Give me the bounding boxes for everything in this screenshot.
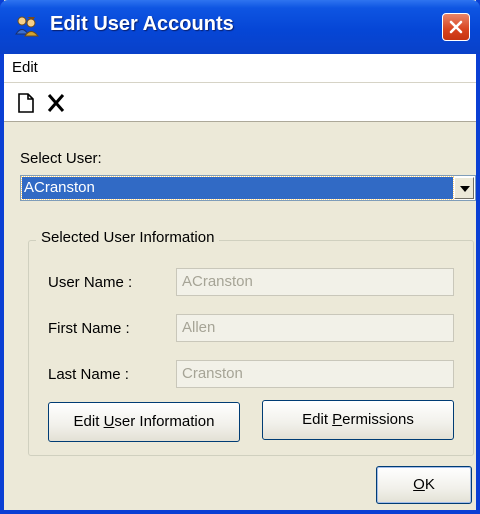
edit-user-information-button[interactable]: Edit User Information (48, 402, 240, 442)
chevron-down-icon (460, 186, 470, 192)
group-title: Selected User Information (36, 229, 220, 246)
ok-button[interactable]: OK (376, 466, 472, 504)
select-user-value: ACranston (21, 176, 454, 200)
edit-info-text-post: ser Information (114, 413, 215, 430)
title-bar[interactable]: Edit User Accounts (0, 0, 480, 54)
ok-text-post: K (424, 476, 435, 493)
new-document-icon[interactable] (14, 91, 38, 115)
ok-mnemonic: O (413, 476, 425, 493)
edit-permissions-button[interactable]: Edit Permissions (262, 400, 454, 440)
edit-perm-mnemonic: P (332, 411, 343, 428)
select-user-label: Select User: (20, 150, 102, 167)
edit-perm-text-pre: Edit (302, 411, 333, 428)
close-button[interactable] (442, 13, 470, 41)
edit-perm-text-post: ermissions (342, 411, 414, 428)
dropdown-button[interactable] (454, 177, 474, 199)
delete-icon[interactable] (44, 91, 68, 115)
menu-bar: Edit (4, 54, 476, 83)
first-name-label: First Name : (48, 320, 130, 337)
window-title: Edit User Accounts (50, 13, 234, 35)
close-icon (449, 20, 463, 34)
edit-info-text-pre: Edit (73, 413, 104, 430)
select-user-dropdown[interactable]: ACranston (20, 175, 476, 201)
user-name-label: User Name : (48, 274, 133, 291)
last-name-field[interactable]: Cranston (176, 360, 454, 388)
last-name-label: Last Name : (48, 366, 129, 383)
menu-edit[interactable]: Edit (12, 59, 38, 76)
edit-info-mnemonic: U (103, 413, 115, 430)
first-name-field[interactable]: Allen (176, 314, 454, 342)
users-icon (14, 14, 40, 38)
user-name-field[interactable]: ACranston (176, 268, 454, 296)
toolbar (4, 83, 476, 122)
edit-user-accounts-window: Edit User Accounts Edit Select User: ACr… (0, 0, 480, 514)
